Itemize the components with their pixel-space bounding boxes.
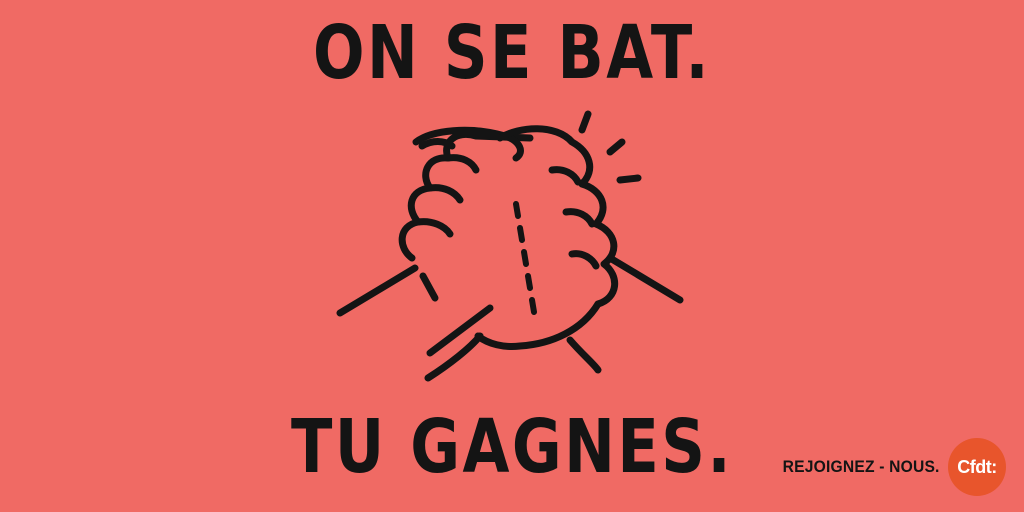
right-hand-crease [513, 201, 537, 315]
left-arm-lower-line [426, 304, 494, 357]
right-hand-fingers [578, 180, 618, 308]
handshake-clasp-icon [336, 110, 684, 382]
right-hand-knuckle-b [562, 208, 596, 228]
impact-mark-2 [606, 138, 626, 156]
handshake-illustration [320, 108, 710, 398]
right-forearm-lower [566, 336, 602, 374]
left-hand-knuckle-3 [444, 154, 480, 174]
right-hand-knuckle-c [568, 250, 600, 270]
right-hand-palm [474, 300, 602, 350]
bottom-forearm [424, 332, 484, 382]
right-forearm [606, 254, 684, 304]
left-arm-upper-line [336, 264, 419, 317]
top-thumb-nail [418, 138, 456, 150]
left-hand-knuckle-1 [414, 218, 454, 238]
join-us-link[interactable]: REJOIGNEZ - NOUS. [783, 457, 940, 477]
cfdt-logo[interactable]: Cfdt: [948, 438, 1006, 496]
impact-mark-1 [578, 110, 592, 134]
left-hand-fingers [398, 131, 534, 262]
left-hand-knuckle-2 [426, 184, 464, 204]
footer: REJOIGNEZ - NOUS. Cfdt: [769, 438, 1006, 496]
impact-mark-3 [616, 174, 642, 184]
left-wrist-tick [419, 272, 439, 302]
right-hand-knuckle-a [548, 166, 582, 186]
headline-top: ON SE BAT. [312, 10, 712, 96]
cfdt-logo-text: Cfdt: [957, 456, 997, 477]
